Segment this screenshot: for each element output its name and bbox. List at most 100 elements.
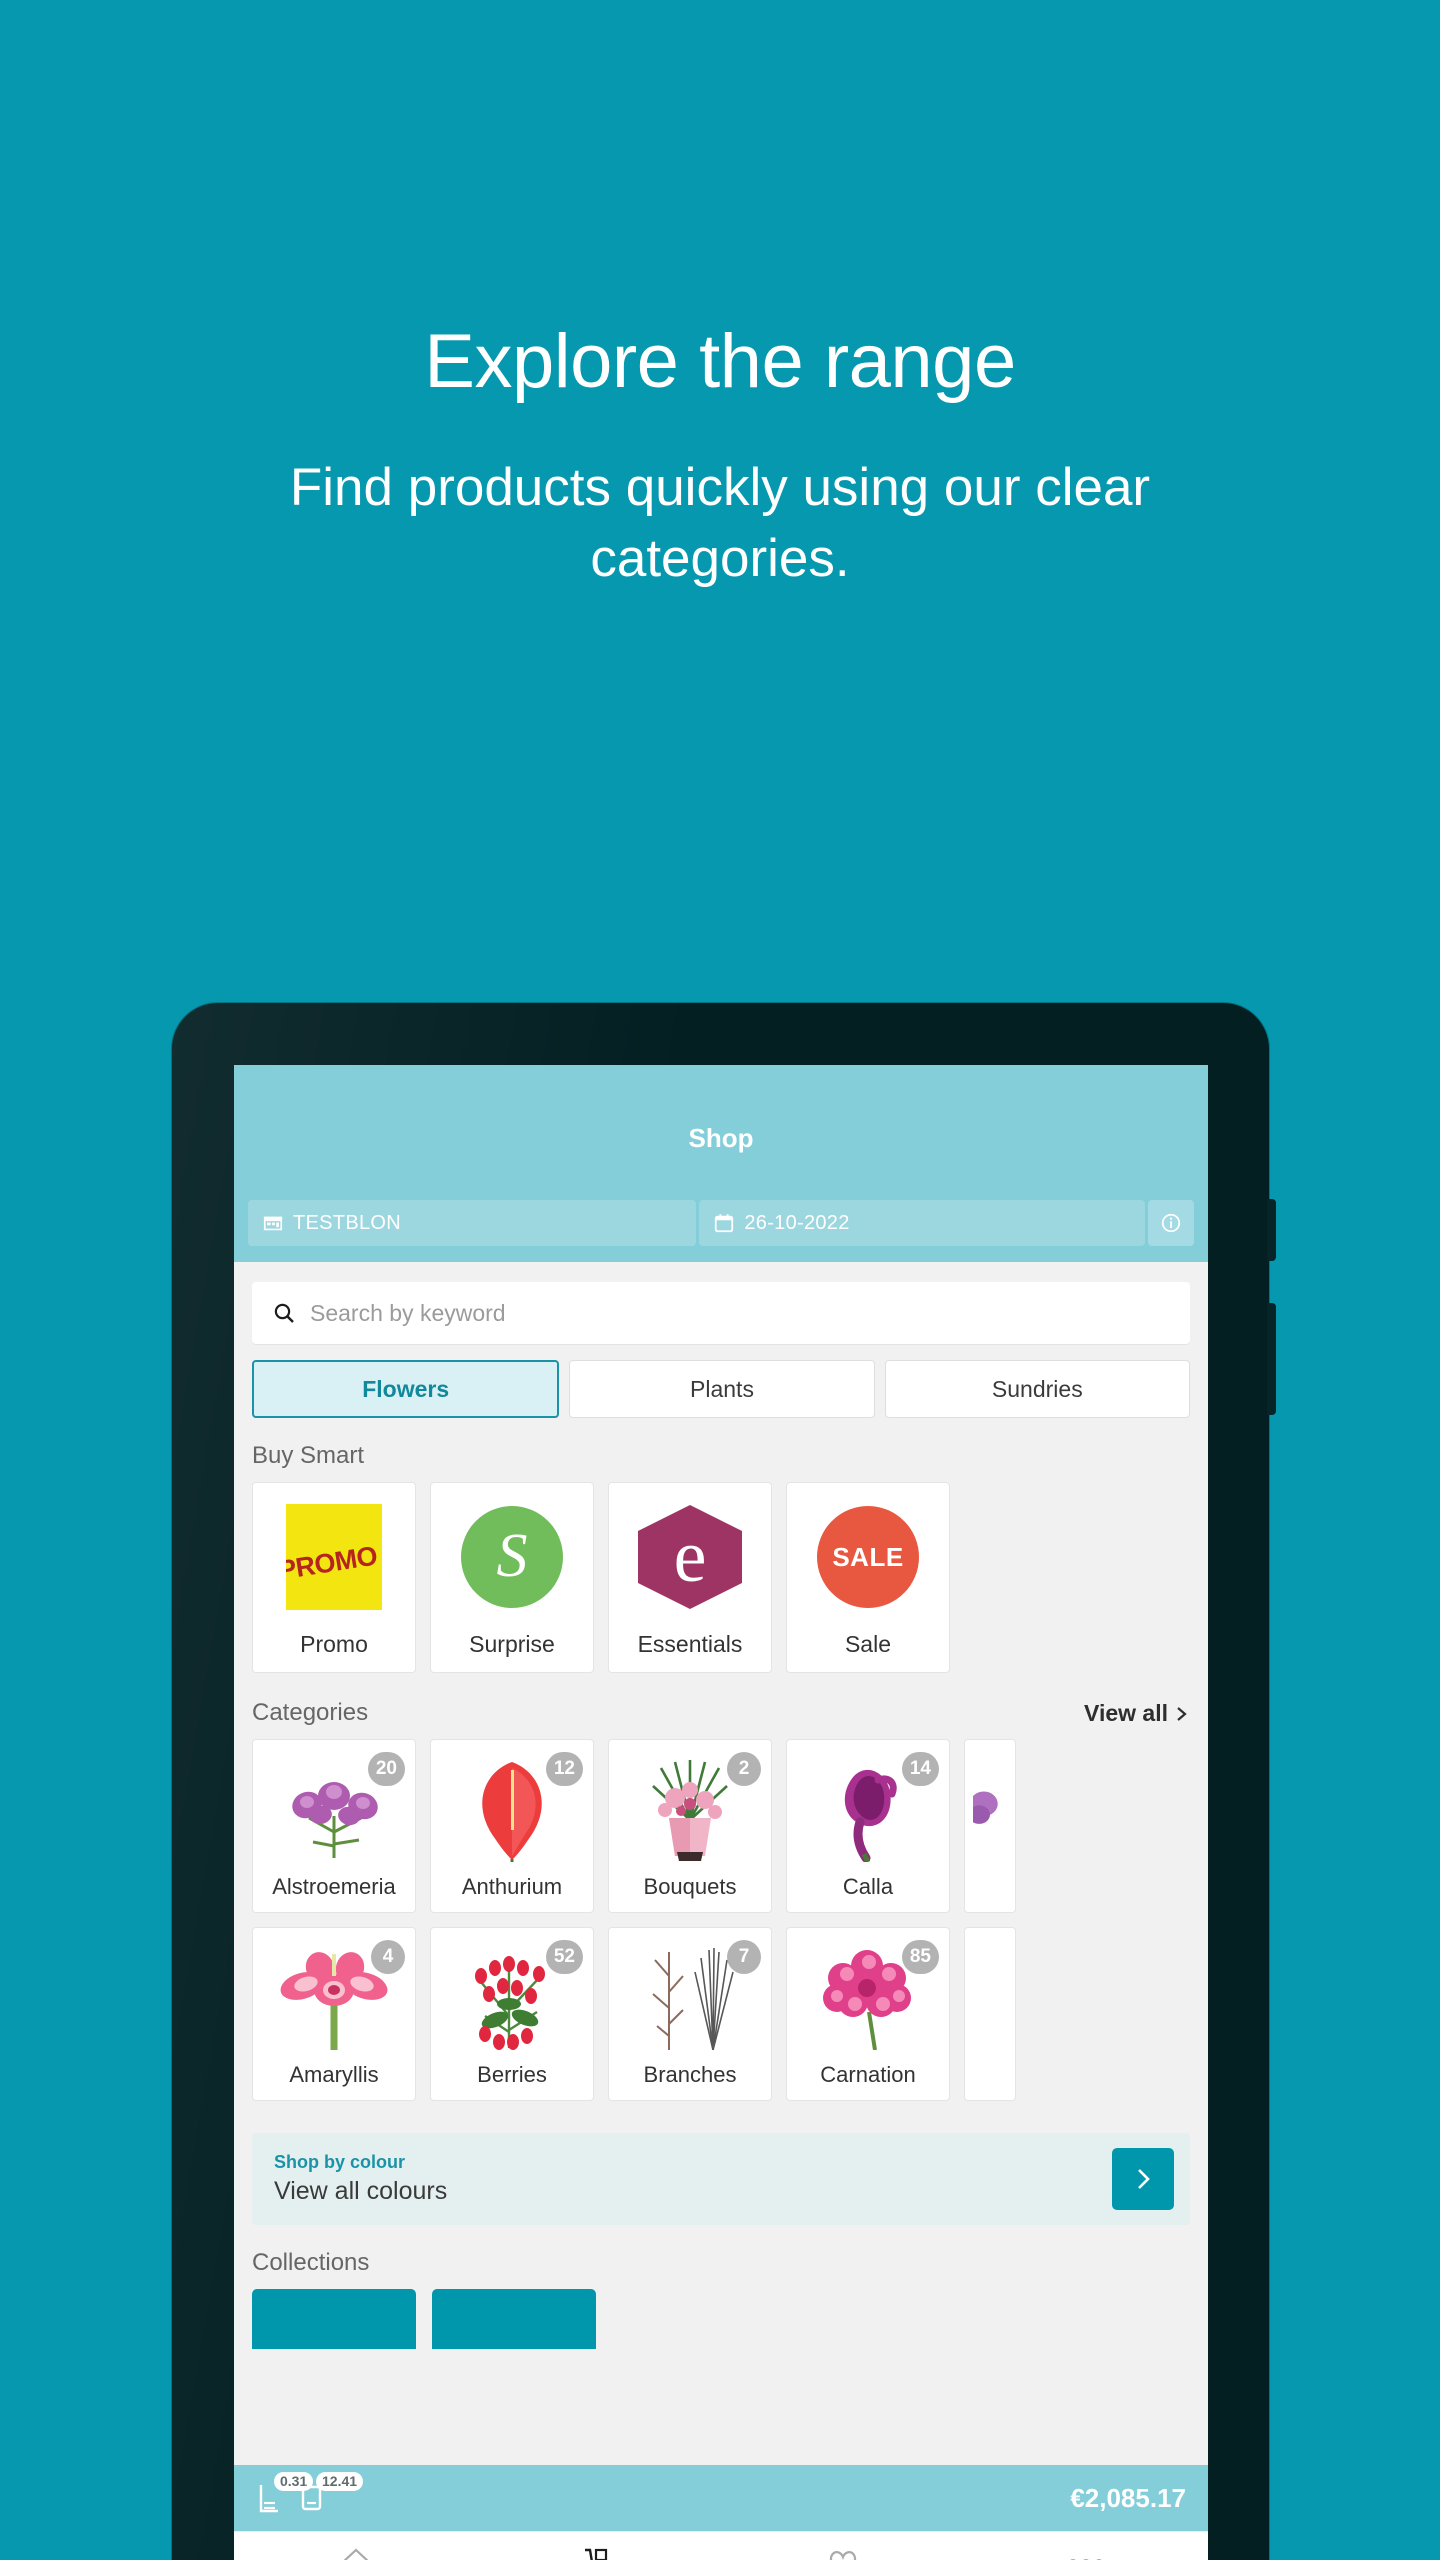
- home-icon: [343, 2548, 369, 2560]
- buy-smart-tile-surprise[interactable]: S Surprise: [430, 1482, 594, 1673]
- search-section: Search by keyword: [234, 1262, 1208, 1344]
- category-card-anthurium[interactable]: 12 Anthurium: [430, 1739, 594, 1913]
- buy-smart-label-essentials: Essentials: [637, 1631, 743, 1657]
- trolley-count-value: 12.41: [316, 2472, 364, 2492]
- buy-smart-tile-sale[interactable]: SALE Sale: [786, 1482, 950, 1673]
- nav-item-more[interactable]: More: [965, 2532, 1209, 2560]
- chevron-right-icon: [1177, 1706, 1187, 1721]
- info-icon: [1161, 1213, 1181, 1233]
- promo-art: PROMO: [263, 1501, 405, 1613]
- category-card-amaryllis[interactable]: 4 Amaryllis: [252, 1927, 416, 2101]
- category-count-badge: 12: [545, 1752, 583, 1786]
- nav-item-shop[interactable]: Shop: [478, 2532, 722, 2560]
- essentials-hexagon-icon: e: [638, 1505, 742, 1609]
- nav-item-favourites[interactable]: Favourites: [721, 2532, 965, 2560]
- collections-row: [234, 2289, 1208, 2349]
- date-label: 26-10-2022: [744, 1211, 850, 1234]
- essentials-art: e: [619, 1501, 761, 1613]
- totals-bar: 0.31 12.41 €2,085.17: [234, 2465, 1208, 2531]
- stem-counter[interactable]: 0.31: [256, 2472, 314, 2515]
- buy-smart-label-sale: Sale: [844, 1631, 892, 1657]
- category-name: Amaryllis: [289, 2062, 379, 2087]
- essentials-art-text: e: [673, 1516, 707, 1598]
- tab-plants[interactable]: Plants: [569, 1360, 875, 1418]
- depot-label: TESTBLON: [293, 1211, 401, 1234]
- category-count-badge: 7: [727, 1940, 761, 1974]
- category-name: Alstroemeria: [272, 1874, 396, 1899]
- category-count-badge: 4: [371, 1940, 405, 1974]
- buy-smart-tile-promo[interactable]: PROMO Promo: [252, 1482, 416, 1673]
- date-selector[interactable]: 26-10-2022: [699, 1200, 1146, 1246]
- buy-smart-label-surprise: Surprise: [469, 1631, 555, 1657]
- hero-title: Explore the range: [424, 319, 1016, 404]
- buy-smart-row: PROMO Promo S Surprise e Essentials SALE…: [234, 1482, 1208, 1673]
- app-header: Shop TESTBLON 26-10-2022: [234, 1065, 1208, 1262]
- cart-icon: [585, 2548, 608, 2560]
- buy-smart-tile-essentials[interactable]: e Essentials: [608, 1482, 772, 1673]
- category-name: Calla: [842, 1874, 894, 1899]
- heart-icon: [829, 2551, 856, 2560]
- ellipsis-icon: [1069, 2546, 1104, 2560]
- shop-by-colour-banner[interactable]: Shop by colour View all colours: [252, 2133, 1190, 2225]
- category-card-partial-2[interactable]: [964, 1927, 1016, 2101]
- search-placeholder: Search by keyword: [310, 1299, 506, 1326]
- bottom-navigation: Dashboard Shop Favourites: [234, 2531, 1208, 2560]
- store-icon: [263, 1216, 283, 1231]
- category-card-branches[interactable]: 7 Branches: [608, 1927, 772, 2101]
- hero-subtitle: Find products quickly using our clear ca…: [289, 457, 1151, 588]
- grand-total: €2,085.17: [1070, 2482, 1186, 2513]
- surprise-monogram-icon: S: [461, 1506, 563, 1608]
- phone-device-frame: Shop TESTBLON 26-10-2022 Search by keywo…: [172, 1003, 1276, 2560]
- category-card-carnation[interactable]: 85 Carnation: [786, 1927, 950, 2101]
- trolley-counter[interactable]: 12.41: [298, 2472, 364, 2515]
- search-input[interactable]: Search by keyword: [252, 1282, 1190, 1344]
- device-volume-up-button[interactable]: [1267, 1199, 1276, 1261]
- promo-art-text: PROMO: [286, 1540, 380, 1586]
- page-title: Shop: [688, 1123, 754, 1153]
- colour-banner-text: Shop by colour View all colours: [274, 2152, 447, 2206]
- device-volume-down-button[interactable]: [1267, 1303, 1276, 1415]
- category-count-badge: 2: [727, 1752, 761, 1786]
- category-row-2: 4 Amaryllis 52 Berries 7 Branches 85 Car…: [234, 1927, 1208, 2115]
- category-card-bouquets[interactable]: 2 Bouquets: [608, 1739, 772, 1913]
- calendar-icon: [715, 1214, 734, 1233]
- category-count-badge: 52: [545, 1940, 583, 1974]
- category-card-calla[interactable]: 14 Calla: [786, 1739, 950, 1913]
- category-card-partial[interactable]: [964, 1739, 1016, 1913]
- nav-item-dashboard[interactable]: Dashboard: [234, 2532, 478, 2560]
- chevron-right-icon: [1138, 2169, 1150, 2189]
- collection-card-1[interactable]: [252, 2289, 416, 2349]
- product-type-tabs: Flowers Plants Sundries: [234, 1344, 1208, 1418]
- partial-category-photo-2: [973, 1942, 1007, 2050]
- category-count-badge: 14: [901, 1752, 939, 1786]
- category-card-alstroemeria[interactable]: 20 Alstroemeria: [252, 1739, 416, 1913]
- info-button[interactable]: [1148, 1200, 1195, 1246]
- tab-sundries[interactable]: Sundries: [884, 1360, 1190, 1418]
- context-bar: TESTBLON 26-10-2022: [234, 1200, 1208, 1262]
- collections-label: Collections: [252, 2249, 370, 2276]
- category-count-badge: 20: [367, 1752, 405, 1786]
- buy-smart-label: Buy Smart: [252, 1442, 365, 1469]
- colour-banner-kicker: Shop by colour: [274, 2152, 406, 2172]
- buy-smart-label-promo: Promo: [300, 1631, 368, 1657]
- colour-banner-title: View all colours: [274, 2177, 448, 2205]
- category-card-berries[interactable]: 52 Berries: [430, 1927, 594, 2101]
- tab-flowers[interactable]: Flowers: [252, 1360, 560, 1418]
- surprise-art: S: [441, 1501, 583, 1613]
- collection-card-2[interactable]: [432, 2289, 596, 2349]
- sale-badge-icon: SALE: [817, 1506, 919, 1608]
- category-name: Berries: [477, 2062, 547, 2087]
- hero-section: Explore the range Find products quickly …: [0, 0, 1440, 594]
- category-name: Bouquets: [643, 1874, 737, 1899]
- categories-label: Categories: [252, 1699, 369, 1726]
- app-screen: Shop TESTBLON 26-10-2022 Search by keywo…: [234, 1065, 1208, 2560]
- colour-banner-arrow-button[interactable]: [1112, 2148, 1174, 2210]
- categories-header: Categories View all: [234, 1673, 1208, 1739]
- category-row-1: 20 Alstroemeria 12 Anthurium 2 Bouquets …: [234, 1739, 1208, 1927]
- categories-view-all-link[interactable]: View all: [1084, 1700, 1190, 1727]
- search-icon: [274, 1303, 294, 1323]
- category-name: Anthurium: [461, 1874, 563, 1899]
- category-name: Branches: [643, 2062, 737, 2087]
- promo-poster-icon: PROMO: [286, 1504, 382, 1610]
- depot-selector[interactable]: TESTBLON: [248, 1200, 697, 1246]
